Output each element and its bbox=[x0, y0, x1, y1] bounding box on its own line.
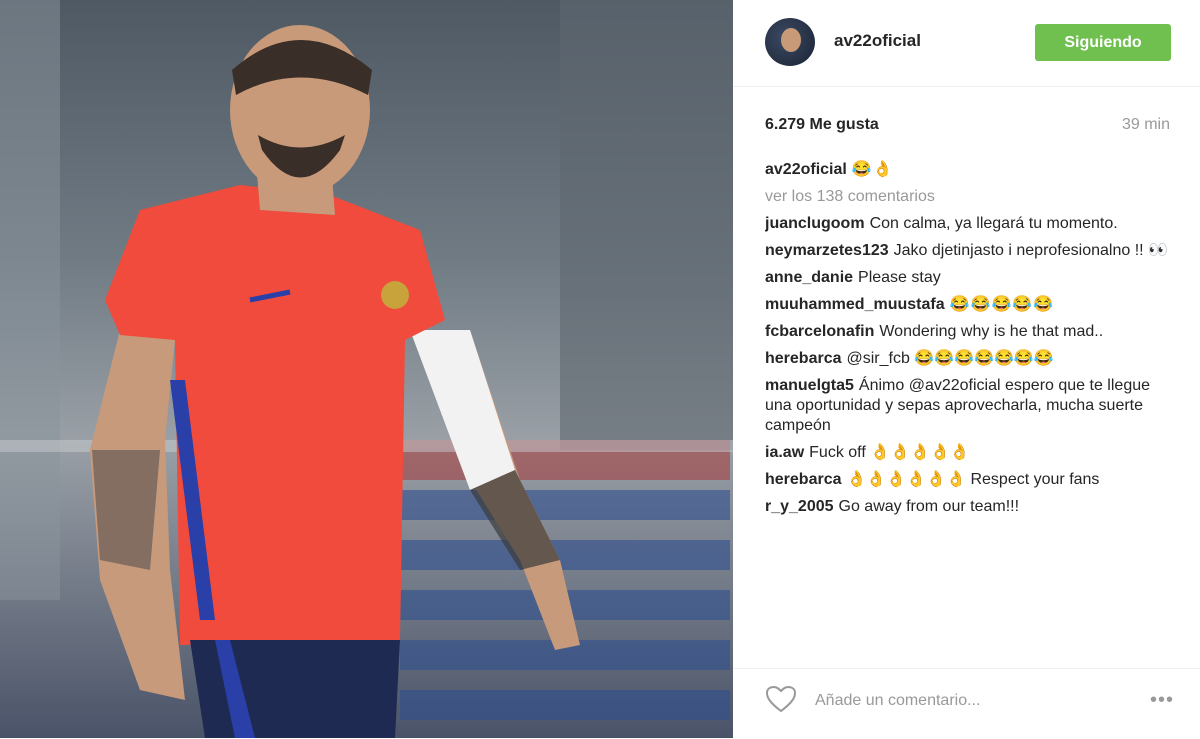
comment-text: Con calma, ya llegará tu momento. bbox=[869, 215, 1118, 232]
player-image bbox=[0, 0, 733, 738]
likes-count[interactable]: 6.279 Me gusta bbox=[765, 116, 879, 134]
caption: av22oficial 😂👌 bbox=[765, 160, 1175, 180]
comment-username[interactable]: juanclugoom bbox=[765, 215, 865, 232]
comment-username[interactable]: neymarzetes123 bbox=[765, 242, 889, 259]
comment-username[interactable]: anne_danie bbox=[765, 269, 853, 286]
avatar[interactable] bbox=[765, 18, 815, 66]
post-time: 39 min bbox=[1121, 116, 1170, 133]
comment-text: Wondering why is he that mad.. bbox=[879, 323, 1104, 340]
avatar-face bbox=[781, 28, 801, 52]
view-all-comments-link[interactable]: ver los 138 comentarios bbox=[765, 187, 1175, 207]
comment-username[interactable]: muuhammed_muustafa bbox=[765, 296, 945, 313]
list-item: fcbarcelonafin Wondering why is he that m… bbox=[765, 322, 1175, 342]
likes-row: 6.279 Me gusta 39 min bbox=[765, 116, 1170, 136]
comment-text: Fuck off 👌👌👌👌👌 bbox=[809, 444, 970, 461]
comment-text: Go away from our team!!! bbox=[838, 498, 1020, 515]
caption-emoji: 😂👌 bbox=[851, 161, 894, 178]
comment-username[interactable]: herebarca bbox=[765, 471, 842, 488]
list-item: juanclugoom Con calma, ya llegará tu mome… bbox=[765, 214, 1175, 234]
list-item: anne_danie Please stay bbox=[765, 268, 1175, 288]
comment-text: Jako djetinjasto i neprofesionalno !! 👀 bbox=[893, 242, 1168, 259]
list-item: herebarca @sir_fcb 😂😂😂😂😂😂😂 bbox=[765, 349, 1175, 369]
comment-username[interactable]: r_y_2005 bbox=[765, 498, 834, 515]
post-header: av22oficial Siguiendo bbox=[733, 0, 1200, 87]
post-photo bbox=[0, 0, 733, 738]
list-item: manuelgta5 Ánimo @av22oficial espero que … bbox=[765, 376, 1175, 436]
list-item: herebarca 👌👌👌👌👌👌 Respect your fans bbox=[765, 470, 1175, 490]
comment-username[interactable]: ia.aw bbox=[765, 444, 804, 461]
comment-text: Please stay bbox=[858, 269, 941, 286]
comment-text: 👌👌👌👌👌👌 Respect your fans bbox=[846, 471, 1100, 488]
comment-username[interactable]: herebarca bbox=[765, 350, 842, 367]
post-sidebar: av22oficial Siguiendo 6.279 Me gusta 39 … bbox=[733, 0, 1200, 738]
comments-list: av22oficial 😂👌 ver los 138 comentarios ju… bbox=[765, 160, 1175, 655]
heart-icon[interactable] bbox=[765, 685, 797, 713]
list-item: r_y_2005 Go away from our team!!! bbox=[765, 497, 1175, 517]
comment-username[interactable]: manuelgta5 bbox=[765, 377, 854, 394]
add-comment-input[interactable] bbox=[813, 687, 1117, 715]
list-item: muuhammed_muustafa 😂😂😂😂😂 bbox=[765, 295, 1175, 315]
header-username[interactable]: av22oficial bbox=[834, 31, 921, 51]
following-button[interactable]: Siguiendo bbox=[1035, 24, 1171, 61]
comment-text: @sir_fcb 😂😂😂😂😂😂😂 bbox=[846, 350, 1054, 367]
comment-footer: ••• bbox=[733, 668, 1200, 739]
caption-username[interactable]: av22oficial bbox=[765, 161, 847, 178]
comment-text: 😂😂😂😂😂 bbox=[949, 296, 1055, 313]
comment-username[interactable]: fcbarcelonafin bbox=[765, 323, 874, 340]
list-item: neymarzetes123 Jako djetinjasto i neprofe… bbox=[765, 241, 1175, 261]
more-options-icon[interactable]: ••• bbox=[1150, 689, 1174, 712]
list-item: ia.aw Fuck off 👌👌👌👌👌 bbox=[765, 443, 1175, 463]
